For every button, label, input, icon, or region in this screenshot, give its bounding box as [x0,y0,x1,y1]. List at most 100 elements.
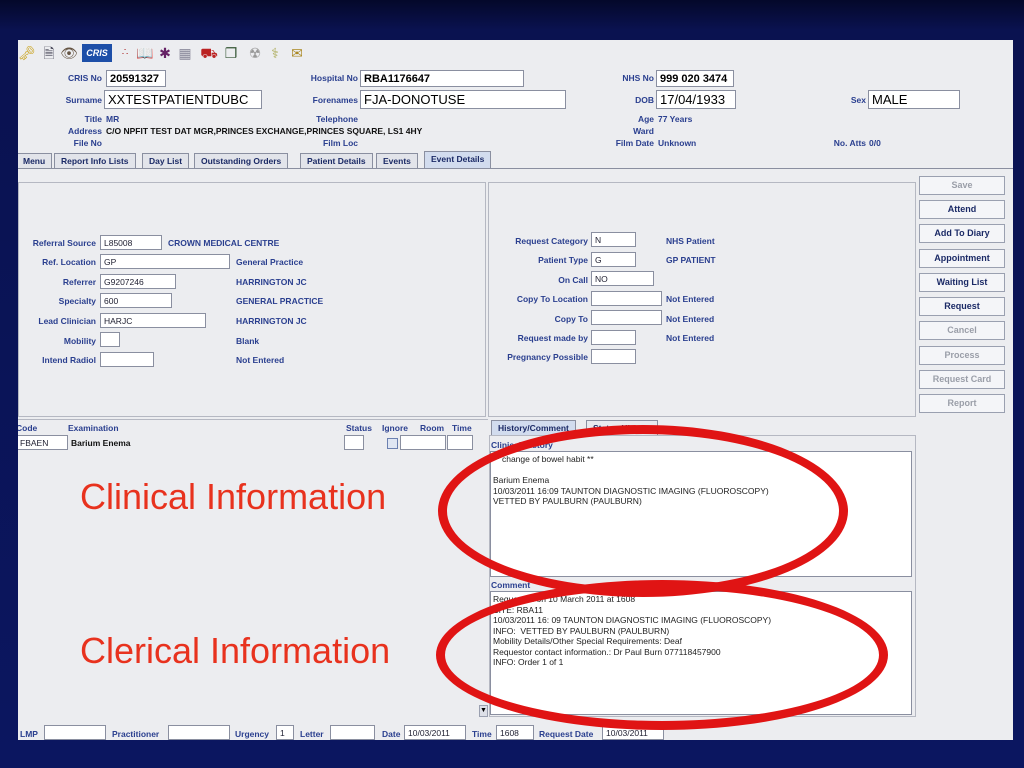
intend-radiol-desc: Not Entered [236,355,285,365]
exam-room-field[interactable] [400,435,446,450]
key-icon[interactable]: 🗝 [18,44,36,62]
request-category-label: Request Category [515,236,588,246]
cancel-button[interactable]: Cancel [919,321,1005,340]
copy-to-label: Copy To [554,314,588,324]
tab-outstanding-orders[interactable]: Outstanding Orders [194,153,289,168]
request-category-field[interactable]: N [591,232,636,247]
surname-field[interactable]: XXTESTPATIENTDUBC [104,90,262,109]
copy-to-location-desc: Not Entered [666,294,715,304]
exam-code-field[interactable]: FBAEN [18,435,68,450]
nhs-no-field[interactable]: 999 020 3474 [656,70,734,87]
mobility-field[interactable] [100,332,120,347]
clinical-highlight-ellipse [438,425,848,597]
ref-location-label: Ref. Location [42,257,96,267]
exam-header-code: Code [18,423,38,433]
ref-location-field[interactable]: GP [100,254,230,269]
referral-source-field[interactable]: L85008 [100,235,162,250]
scroll-down-icon[interactable]: ▼ [479,705,488,717]
request-card-button[interactable]: Request Card [919,370,1005,389]
add-to-diary-button[interactable]: Add To Diary [919,224,1005,243]
clinical-information-annotation: Clinical Information [80,476,387,517]
comment-label: Comment [491,580,531,590]
copy-to-field[interactable] [591,310,662,325]
mobility-label: Mobility [63,336,96,346]
exam-status-field[interactable] [344,435,364,450]
exam-time-field[interactable] [447,435,473,450]
time-label: Time [472,729,492,739]
exam-header-time: Time [452,423,472,433]
practitioner-field[interactable] [168,725,230,740]
specialty-desc: GENERAL PRACTICE [236,296,324,306]
request-made-by-label: Request made by [517,333,588,343]
date-field[interactable]: 10/03/2011 [404,725,466,740]
dob-label: DOB [635,95,654,105]
ignore-checkbox[interactable] [387,438,398,449]
book-icon[interactable]: 📖 [136,44,154,62]
lead-clinician-field[interactable]: HARJC [100,313,206,328]
cris-no-field[interactable]: 20591327 [106,70,166,87]
eye-icon[interactable]: 👁 [60,44,78,62]
copy-icon[interactable]: ❐ [222,44,240,62]
tab-day-list[interactable]: Day List [142,153,190,168]
on-call-field[interactable]: NO [591,271,654,286]
referrer-desc: HARRINGTON JC [236,277,307,287]
grid-icon[interactable]: ▦ [176,44,194,62]
clerical-information-annotation: Clerical Information [80,630,391,671]
exam-header-ignore: Ignore [382,423,408,433]
copy-to-location-label: Copy To Location [516,294,588,304]
referrer-field[interactable]: G9207246 [100,274,176,289]
tab-menu[interactable]: Menu [18,153,53,168]
copy-to-location-field[interactable] [591,291,662,306]
ward-label: Ward [633,126,654,136]
radiation-icon[interactable]: ☢ [246,44,264,62]
practitioner-label: Practitioner [112,729,160,739]
film-date-value: Unknown [658,138,697,148]
people-icon[interactable]: ✱ [156,44,174,62]
letter-field[interactable] [330,725,375,740]
pregnancy-possible-field[interactable] [591,349,636,364]
request-made-by-field[interactable] [591,330,636,345]
hospital-no-label: Hospital No [310,73,358,83]
urgency-field[interactable]: 1 [276,725,294,740]
exam-name: Barium Enema [71,438,131,448]
stethoscope-icon[interactable]: ⚕ [266,44,284,62]
title-value: MR [106,114,120,124]
lmp-field[interactable] [44,725,106,740]
forenames-field[interactable]: FJA-DONOTUSE [360,90,566,109]
document-icon[interactable]: 🗎 [40,44,58,62]
numbers-icon[interactable]: ∴ [116,44,134,62]
dob-field[interactable]: 17/04/1933 [656,90,736,109]
appointment-button[interactable]: Appointment [919,249,1005,268]
exam-header-status: Status [346,423,372,433]
film-loc-label: Film Loc [323,138,358,148]
process-button[interactable]: Process [919,346,1005,365]
envelope-icon[interactable]: ✉ [288,44,306,62]
hospital-no-field[interactable]: RBA1176647 [360,70,524,87]
waiting-list-button[interactable]: Waiting List [919,273,1005,292]
report-button[interactable]: Report [919,394,1005,413]
patient-type-desc: GP PATIENT [666,255,716,265]
request-button[interactable]: Request [919,297,1005,316]
cris-logo-icon[interactable]: CRIS [82,44,112,62]
exam-header-room: Room [420,423,445,433]
tab-event-details[interactable]: Event Details [424,151,492,169]
tab-report-info-lists[interactable]: Report Info Lists [54,153,136,168]
attend-button[interactable]: Attend [919,200,1005,219]
lead-clinician-label: Lead Clinician [38,316,96,326]
lmp-label: LMP [20,729,38,739]
nhs-no-label: NHS No [622,73,654,83]
time-field[interactable]: 1608 [496,725,534,740]
tab-patient-details[interactable]: Patient Details [300,153,373,168]
save-button[interactable]: Save [919,176,1005,195]
on-call-label: On Call [558,275,588,285]
lead-clinician-desc: HARRINGTON JC [236,316,307,326]
tab-events[interactable]: Events [376,153,418,168]
intend-radiol-field[interactable] [100,352,154,367]
sex-field[interactable]: MALE [868,90,960,109]
film-date-label: Film Date [615,138,654,148]
patient-type-field[interactable]: G [591,252,636,267]
specialty-field[interactable]: 600 [100,293,172,308]
sex-label: Sex [850,95,866,105]
no-atts-label: No. Atts [833,138,866,148]
vehicle-icon[interactable]: ⛟ [200,44,218,62]
